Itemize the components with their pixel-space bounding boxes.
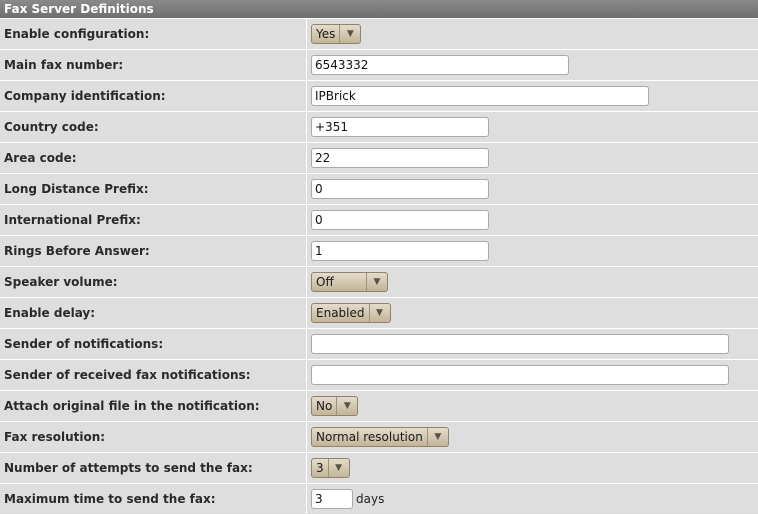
row-sender-of-received-fax-notifications: Sender of received fax notifications:: [0, 360, 758, 391]
chevron-down-icon: ▼: [426, 428, 448, 446]
row-attach-original-file: Attach original file in the notification…: [0, 391, 758, 422]
maximum-time-input[interactable]: [311, 489, 353, 509]
value-cell: No ▼: [307, 391, 758, 421]
label-main-fax-number: Main fax number:: [0, 50, 307, 80]
row-enable-delay: Enable delay: Enabled ▼: [0, 298, 758, 329]
value-cell: [307, 143, 758, 173]
select-value: Normal resolution: [316, 430, 423, 444]
label-enable-delay: Enable delay:: [0, 298, 307, 328]
enable-delay-select[interactable]: Enabled ▼: [311, 303, 391, 323]
select-value: Off: [316, 275, 334, 289]
value-cell: [307, 329, 758, 359]
row-long-distance-prefix: Long Distance Prefix:: [0, 174, 758, 205]
fax-resolution-select[interactable]: Normal resolution ▼: [311, 427, 449, 447]
chevron-down-icon: ▼: [339, 25, 360, 43]
value-cell: Enabled ▼: [307, 298, 758, 328]
enable-configuration-select[interactable]: Yes ▼: [311, 24, 362, 44]
company-identification-input[interactable]: [311, 86, 649, 106]
label-sender-of-notifications: Sender of notifications:: [0, 329, 307, 359]
area-code-input[interactable]: [311, 148, 489, 168]
label-sender-of-received-fax-notifications: Sender of received fax notifications:: [0, 360, 307, 390]
rings-before-answer-input[interactable]: [311, 241, 489, 261]
number-of-attempts-select[interactable]: 3 ▼: [311, 458, 350, 478]
attach-original-file-select[interactable]: No ▼: [311, 396, 359, 416]
label-company-identification: Company identification:: [0, 81, 307, 111]
label-maximum-time: Maximum time to send the fax:: [0, 484, 307, 514]
chevron-down-icon: ▼: [366, 273, 387, 291]
select-value: 3: [316, 461, 324, 475]
sender-of-received-fax-notifications-input[interactable]: [311, 365, 729, 385]
chevron-down-icon: ▼: [368, 304, 390, 322]
label-number-of-attempts: Number of attempts to send the fax:: [0, 453, 307, 483]
row-enable-configuration: Enable configuration: Yes ▼: [0, 19, 758, 50]
row-company-identification: Company identification:: [0, 81, 758, 112]
value-cell: [307, 50, 758, 80]
label-international-prefix: International Prefix:: [0, 205, 307, 235]
row-international-prefix: International Prefix:: [0, 205, 758, 236]
sender-of-notifications-input[interactable]: [311, 334, 729, 354]
value-cell: [307, 236, 758, 266]
maximum-time-unit: days: [356, 492, 385, 506]
row-number-of-attempts: Number of attempts to send the fax: 3 ▼: [0, 453, 758, 484]
label-country-code: Country code:: [0, 112, 307, 142]
chevron-down-icon: ▼: [327, 459, 349, 477]
fax-server-definitions-panel: Fax Server Definitions Enable configurat…: [0, 0, 758, 515]
label-area-code: Area code:: [0, 143, 307, 173]
select-value: Enabled: [316, 306, 365, 320]
label-long-distance-prefix: Long Distance Prefix:: [0, 174, 307, 204]
value-cell: [307, 174, 758, 204]
settings-table: Enable configuration: Yes ▼ Main fax num…: [0, 19, 758, 515]
value-cell: Normal resolution ▼: [307, 422, 758, 452]
row-rings-before-answer: Rings Before Answer:: [0, 236, 758, 267]
label-rings-before-answer: Rings Before Answer:: [0, 236, 307, 266]
chevron-down-icon: ▼: [336, 397, 357, 415]
row-area-code: Area code:: [0, 143, 758, 174]
row-maximum-time: Maximum time to send the fax: days: [0, 484, 758, 515]
value-cell: 3 ▼: [307, 453, 758, 483]
main-fax-number-input[interactable]: [311, 55, 569, 75]
label-speaker-volume: Speaker volume:: [0, 267, 307, 297]
long-distance-prefix-input[interactable]: [311, 179, 489, 199]
select-value: Yes: [316, 27, 336, 41]
row-country-code: Country code:: [0, 112, 758, 143]
label-enable-configuration: Enable configuration:: [0, 19, 307, 49]
row-main-fax-number: Main fax number:: [0, 50, 758, 81]
row-sender-of-notifications: Sender of notifications:: [0, 329, 758, 360]
value-cell: Yes ▼: [307, 19, 758, 49]
value-cell: [307, 112, 758, 142]
row-speaker-volume: Speaker volume: Off ▼: [0, 267, 758, 298]
label-fax-resolution: Fax resolution:: [0, 422, 307, 452]
value-cell: days: [307, 484, 758, 514]
value-cell: [307, 360, 758, 390]
label-attach-original-file: Attach original file in the notification…: [0, 391, 307, 421]
panel-title: Fax Server Definitions: [0, 0, 758, 18]
country-code-input[interactable]: [311, 117, 489, 137]
row-fax-resolution: Fax resolution: Normal resolution ▼: [0, 422, 758, 453]
value-cell: [307, 205, 758, 235]
speaker-volume-select[interactable]: Off ▼: [311, 272, 388, 292]
value-cell: [307, 81, 758, 111]
international-prefix-input[interactable]: [311, 210, 489, 230]
select-value: No: [316, 399, 333, 413]
value-cell: Off ▼: [307, 267, 758, 297]
